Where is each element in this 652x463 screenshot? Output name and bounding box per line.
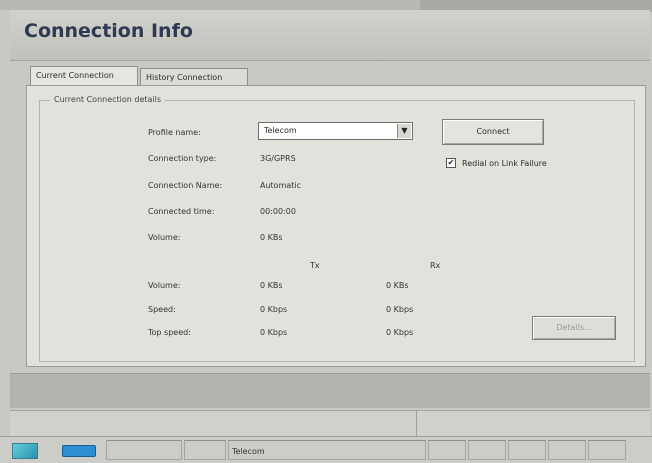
window-header: Connection Info [10,10,650,61]
redial-checkbox[interactable]: ✔ [446,158,456,168]
stats-top-speed-label: Top speed: [148,328,191,337]
chevron-down-icon[interactable]: ▼ [397,124,411,138]
stats-volume-rx: 0 KBs [386,281,409,290]
top-strip [0,0,652,12]
stats-volume-tx: 0 KBs [260,281,283,290]
grey-band [10,373,650,408]
volume-total-label: Volume: [148,233,181,242]
signal-icon [62,445,96,457]
status-segment [588,440,626,460]
upper-status-row [10,410,650,437]
status-segment [428,440,466,460]
stats-speed-label: Speed: [148,305,176,314]
status-segment [548,440,586,460]
tab-current-connection[interactable]: Current Connection [30,66,138,86]
connection-type-value: 3G/GPRS [260,154,296,163]
status-divider [416,411,417,437]
connection-name-label: Connection Name: [148,181,223,190]
connection-type-label: Connection type: [148,154,217,163]
redial-checkbox-label[interactable]: Redial on Link Failure [462,159,547,168]
connect-button[interactable]: Connect [442,119,544,145]
stats-top-speed-rx: 0 Kbps [386,328,414,337]
status-profile-name: Telecom [232,447,265,456]
tab-history-connection[interactable]: History Connection [140,68,248,86]
status-segment [508,440,546,460]
details-button[interactable]: Details... [532,316,616,340]
connection-name-value: Automatic [260,181,302,190]
profile-name-value: Telecom [264,126,297,135]
connected-time-label: Connected time: [148,207,215,216]
stats-speed-tx: 0 Kbps [260,305,288,314]
group-legend: Current Connection details [50,95,166,104]
connected-time-value: 00:00:00 [260,207,296,216]
status-bar: Telecom [0,436,652,463]
stats-speed-rx: 0 Kbps [386,305,414,314]
tx-column-header: Tx [310,261,320,270]
volume-total-value: 0 KBs [260,233,283,242]
window-title: Connection Info [24,20,193,42]
profile-name-select[interactable]: Telecom ▼ [258,122,413,140]
stats-volume-label: Volume: [148,281,181,290]
status-segment [184,440,226,460]
network-status-icon [12,443,38,459]
profile-name-label: Profile name: [148,128,201,137]
stats-top-speed-tx: 0 Kbps [260,328,288,337]
status-segment [468,440,506,460]
status-segment [106,440,182,460]
rx-column-header: Rx [430,261,441,270]
